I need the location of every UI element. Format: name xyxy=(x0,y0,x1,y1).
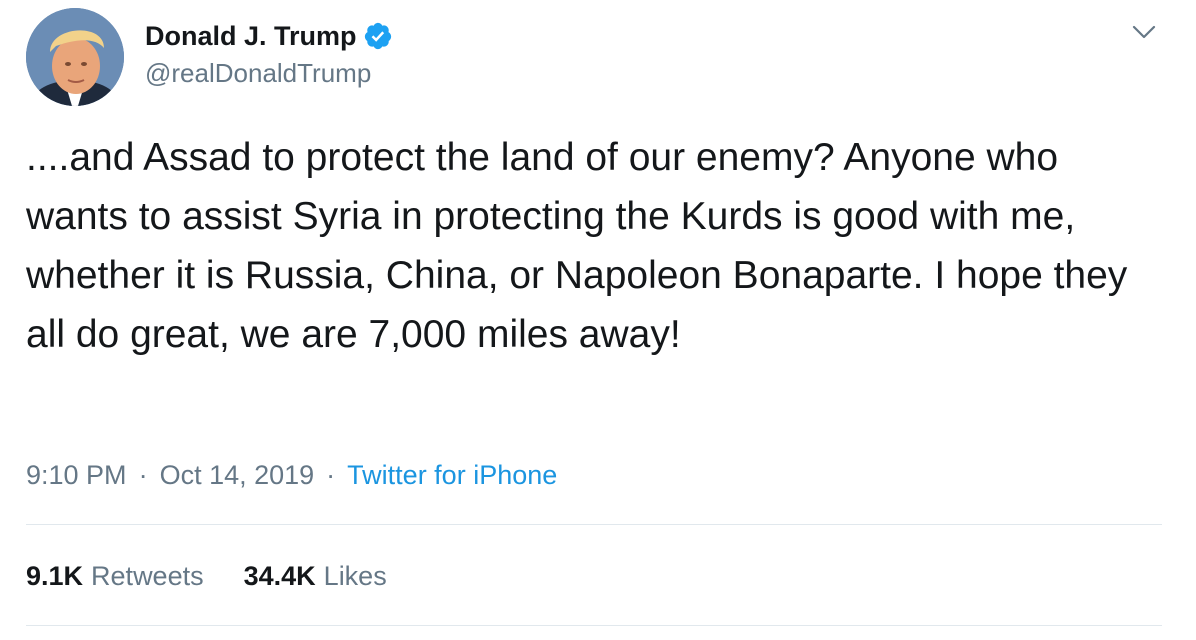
author-handle[interactable]: @realDonaldTrump xyxy=(145,58,371,89)
meta-separator: · xyxy=(138,459,148,490)
tweet-time[interactable]: 9:10 PM xyxy=(26,460,127,491)
tweet-meta: 9:10 PM · Oct 14, 2019 · Twitter for iPh… xyxy=(26,456,557,494)
tweet-stats: 9.1K Retweets 34.4K Likes xyxy=(26,556,387,596)
retweets-stat[interactable]: 9.1K Retweets xyxy=(26,561,204,592)
display-name[interactable]: Donald J. Trump xyxy=(145,21,357,52)
divider xyxy=(26,625,1162,626)
tweet-date[interactable]: Oct 14, 2019 xyxy=(160,460,315,491)
tweet-source-link[interactable]: Twitter for iPhone xyxy=(347,460,557,491)
tweet-card: Donald J. Trump @realDonaldTrump ....and… xyxy=(0,0,1196,640)
verified-badge-icon xyxy=(364,22,391,50)
tweet-text: ....and Assad to protect the land of our… xyxy=(26,136,1128,356)
likes-stat[interactable]: 34.4K Likes xyxy=(244,561,387,592)
author-name-row: Donald J. Trump xyxy=(145,18,393,54)
meta-separator: · xyxy=(326,459,336,490)
divider xyxy=(26,524,1162,525)
avatar[interactable] xyxy=(26,8,124,106)
likes-label: Likes xyxy=(323,560,387,591)
retweets-count: 9.1K xyxy=(26,560,84,591)
retweets-label: Retweets xyxy=(91,560,204,591)
likes-count: 34.4K xyxy=(243,560,316,591)
avatar-image xyxy=(26,8,124,106)
chevron-down-icon[interactable] xyxy=(1130,20,1158,44)
